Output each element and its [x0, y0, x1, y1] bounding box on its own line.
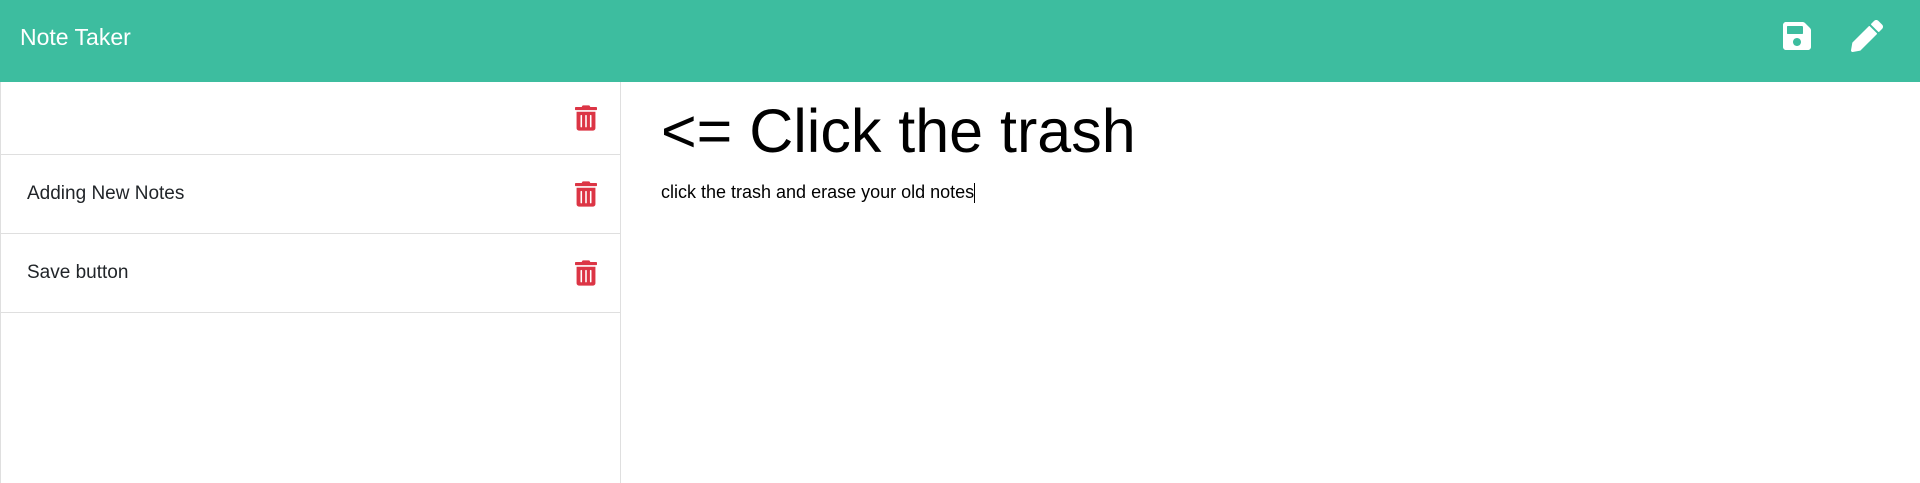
note-text-value: click the trash and erase your old notes: [661, 182, 975, 202]
trash-icon[interactable]: [575, 260, 597, 286]
list-item[interactable]: [1, 82, 620, 155]
text-caret: [974, 183, 976, 204]
trash-icon[interactable]: [575, 181, 597, 207]
note-title: Save button: [27, 262, 129, 283]
pencil-icon[interactable]: [1851, 20, 1883, 52]
note-text-input[interactable]: click the trash and erase your old notes: [661, 180, 1861, 204]
save-icon[interactable]: [1781, 20, 1813, 52]
list-item[interactable]: Adding New Notes: [1, 155, 620, 234]
note-editor: <= Click the trash click the trash and e…: [621, 82, 1920, 483]
app-title[interactable]: Note Taker: [20, 22, 131, 52]
note-list: Adding New Notes Save button: [0, 82, 621, 483]
navbar: Note Taker: [0, 0, 1920, 82]
trash-icon[interactable]: [575, 105, 597, 131]
note-title: Adding New Notes: [27, 183, 185, 204]
list-item[interactable]: Save button: [1, 234, 620, 313]
note-title-input[interactable]: <= Click the trash: [661, 92, 1861, 170]
